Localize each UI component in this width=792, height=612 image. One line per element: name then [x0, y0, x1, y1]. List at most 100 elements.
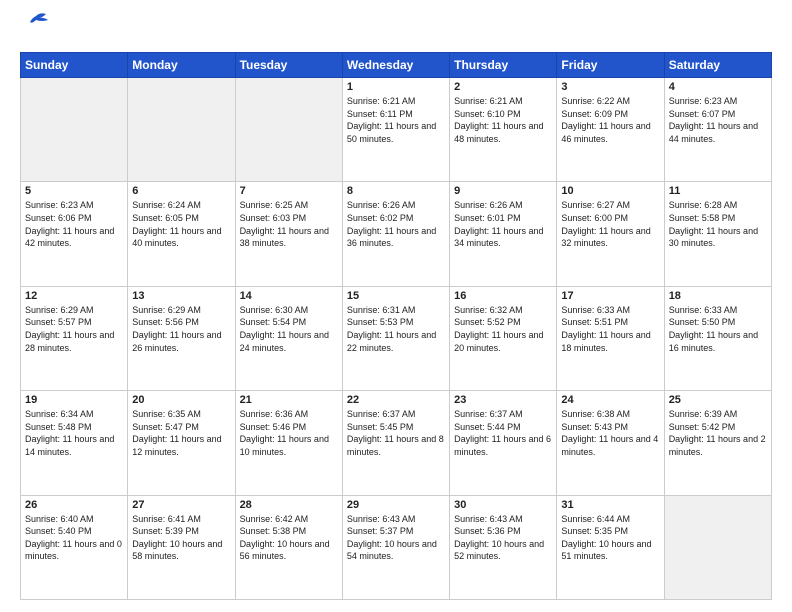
calendar-cell: 14Sunrise: 6:30 AMSunset: 5:54 PMDayligh… [235, 286, 342, 390]
week-row-2: 5Sunrise: 6:23 AMSunset: 6:06 PMDaylight… [21, 182, 772, 286]
daylight-label: Daylight: 10 hours and 51 minutes. [561, 539, 651, 562]
calendar-cell: 28Sunrise: 6:42 AMSunset: 5:38 PMDayligh… [235, 495, 342, 599]
sunrise-label: Sunrise: 6:21 AM [454, 96, 523, 106]
calendar-cell: 27Sunrise: 6:41 AMSunset: 5:39 PMDayligh… [128, 495, 235, 599]
day-info: Sunrise: 6:26 AMSunset: 6:02 PMDaylight:… [347, 199, 445, 249]
sunrise-label: Sunrise: 6:27 AM [561, 200, 630, 210]
sunset-label: Sunset: 5:44 PM [454, 422, 521, 432]
sunrise-label: Sunrise: 6:41 AM [132, 514, 201, 524]
sunrise-label: Sunrise: 6:32 AM [454, 305, 523, 315]
week-row-5: 26Sunrise: 6:40 AMSunset: 5:40 PMDayligh… [21, 495, 772, 599]
day-info: Sunrise: 6:38 AMSunset: 5:43 PMDaylight:… [561, 408, 659, 458]
calendar-cell: 30Sunrise: 6:43 AMSunset: 5:36 PMDayligh… [450, 495, 557, 599]
sunrise-label: Sunrise: 6:30 AM [240, 305, 309, 315]
day-info: Sunrise: 6:33 AMSunset: 5:51 PMDaylight:… [561, 304, 659, 354]
sunrise-label: Sunrise: 6:31 AM [347, 305, 416, 315]
weekday-header-wednesday: Wednesday [342, 53, 449, 78]
sunset-label: Sunset: 5:40 PM [25, 526, 92, 536]
calendar-cell: 9 Sunrise: 6:26 AMSunset: 6:01 PMDaylight… [450, 182, 557, 286]
day-info: Sunrise: 6:25 AMSunset: 6:03 PMDaylight:… [240, 199, 338, 249]
calendar-cell: 16Sunrise: 6:32 AMSunset: 5:52 PMDayligh… [450, 286, 557, 390]
daylight-label: Daylight: 11 hours and 10 minutes. [240, 434, 329, 457]
bird-icon [22, 10, 50, 38]
day-info: Sunrise: 6:42 AMSunset: 5:38 PMDaylight:… [240, 513, 338, 563]
weekday-header-sunday: Sunday [21, 53, 128, 78]
calendar-cell [128, 78, 235, 182]
calendar-cell: 10Sunrise: 6:27 AMSunset: 6:00 PMDayligh… [557, 182, 664, 286]
week-row-3: 12Sunrise: 6:29 AMSunset: 5:57 PMDayligh… [21, 286, 772, 390]
sunset-label: Sunset: 5:37 PM [347, 526, 414, 536]
sunset-label: Sunset: 6:02 PM [347, 213, 414, 223]
weekday-header-saturday: Saturday [664, 53, 771, 78]
calendar-cell: 7Sunrise: 6:25 AMSunset: 6:03 PMDaylight… [235, 182, 342, 286]
calendar-cell: 5Sunrise: 6:23 AMSunset: 6:06 PMDaylight… [21, 182, 128, 286]
day-number: 23 [454, 394, 552, 406]
calendar-cell: 2Sunrise: 6:21 AMSunset: 6:10 PMDaylight… [450, 78, 557, 182]
day-info: Sunrise: 6:29 AMSunset: 5:56 PMDaylight:… [132, 304, 230, 354]
daylight-label: Daylight: 11 hours and 34 minutes. [454, 226, 543, 249]
calendar-cell: 18 Sunrise: 6:33 AMSunset: 5:50 PMDayligh… [664, 286, 771, 390]
sunset-label: Sunset: 5:39 PM [132, 526, 199, 536]
daylight-label: Daylight: 11 hours and 4 minutes. [561, 434, 658, 457]
daylight-label: Daylight: 11 hours and 28 minutes. [25, 330, 114, 353]
daylight-label: Daylight: 10 hours and 54 minutes. [347, 539, 437, 562]
sunrise-label: Sunrise: 6:37 AM [347, 409, 416, 419]
weekday-header-tuesday: Tuesday [235, 53, 342, 78]
day-info: Sunrise: 6:43 AM Sunset: 5:36 PM Daylight:… [454, 513, 552, 563]
daylight-label: Daylight: 11 hours and 6 minutes. [454, 434, 551, 457]
sunrise-label: Sunrise: 6:23 AM [669, 96, 738, 106]
day-info: Sunrise: 6:44 AMSunset: 5:35 PMDaylight:… [561, 513, 659, 563]
sunset-label: Sunset: 5:35 PM [561, 526, 628, 536]
day-number: 14 [240, 290, 338, 302]
calendar-cell [21, 78, 128, 182]
weekday-header-monday: Monday [128, 53, 235, 78]
day-number: 20 [132, 394, 230, 406]
daylight-label: Daylight: 11 hours and 48 minutes. [454, 121, 543, 144]
sunset-label: Sunset: 5:46 PM [240, 422, 307, 432]
calendar-cell: 11Sunrise: 6:28 AMSunset: 5:58 PMDayligh… [664, 182, 771, 286]
daylight-label: Daylight: 11 hours and 0 minutes. [25, 539, 122, 562]
sunrise-label: Sunrise: 6:42 AM [240, 514, 309, 524]
calendar-cell: 26Sunrise: 6:40 AMSunset: 5:40 PMDayligh… [21, 495, 128, 599]
daylight-label: Daylight: 11 hours and 20 minutes. [454, 330, 543, 353]
daylight-label: Daylight: 11 hours and 16 minutes. [669, 330, 758, 353]
day-number: 3 [561, 81, 659, 93]
calendar-cell: 19Sunrise: 6:34 AMSunset: 5:48 PMDayligh… [21, 391, 128, 495]
daylight-label: Daylight: 11 hours and 36 minutes. [347, 226, 436, 249]
day-number: 21 [240, 394, 338, 406]
calendar-cell [664, 495, 771, 599]
sunset-label: Sunset: 6:07 PM [669, 109, 736, 119]
daylight-label: Daylight: 11 hours and 50 minutes. [347, 121, 436, 144]
day-number: 29 [347, 499, 445, 511]
calendar-cell: 24Sunrise: 6:38 AMSunset: 5:43 PMDayligh… [557, 391, 664, 495]
daylight-label: Daylight: 10 hours and 52 minutes. [454, 539, 544, 562]
day-number: 19 [25, 394, 123, 406]
day-info: Sunrise: 6:37 AMSunset: 5:45 PMDaylight:… [347, 408, 445, 458]
daylight-label: Daylight: 11 hours and 18 minutes. [561, 330, 650, 353]
daylight-label: Daylight: 11 hours and 32 minutes. [561, 226, 650, 249]
sunset-label: Sunset: 5:51 PM [561, 317, 628, 327]
sunrise-label: Sunrise: 6:26 AM [454, 200, 523, 210]
day-number: 9 [454, 185, 552, 197]
sunset-label: Sunset: 5:48 PM [25, 422, 92, 432]
daylight-label: Daylight: 11 hours and 12 minutes. [132, 434, 221, 457]
day-number: 18 [669, 290, 767, 302]
day-info: Sunrise: 6:21 AM Sunset: 6:10 PM Daylight:… [454, 95, 552, 145]
day-info: Sunrise: 6:33 AMSunset: 5:50 PMDaylight:… [669, 304, 767, 354]
calendar-cell: 31 Sunrise: 6:44 AMSunset: 5:35 PMDayligh… [557, 495, 664, 599]
sunset-label: Sunset: 6:10 PM [454, 109, 521, 119]
sunrise-label: Sunrise: 6:22 AM [561, 96, 630, 106]
calendar-cell: 15Sunrise: 6:31 AMSunset: 5:53 PMDayligh… [342, 286, 449, 390]
day-number: 11 [669, 185, 767, 197]
day-number: 31 [561, 499, 659, 511]
sunset-label: Sunset: 5:36 PM [454, 526, 521, 536]
day-info: Sunrise: 6:27 AMSunset: 6:00 PMDaylight:… [561, 199, 659, 249]
day-info: Sunrise: 6:26 AMSunset: 6:01 PMDaylight:… [454, 199, 552, 249]
day-number: 1 [347, 81, 445, 93]
day-number: 22 [347, 394, 445, 406]
week-row-4: 19 Sunrise: 6:34 AM Sunset: 5:48 PM Dayligh… [21, 391, 772, 495]
sunset-label: Sunset: 5:58 PM [669, 213, 736, 223]
calendar-cell: 25Sunrise: 6:39 AMSunset: 5:42 PMDayligh… [664, 391, 771, 495]
sunrise-label: Sunrise: 6:34 AM [25, 409, 94, 419]
sunrise-label: Sunrise: 6:43 AM [454, 514, 523, 524]
